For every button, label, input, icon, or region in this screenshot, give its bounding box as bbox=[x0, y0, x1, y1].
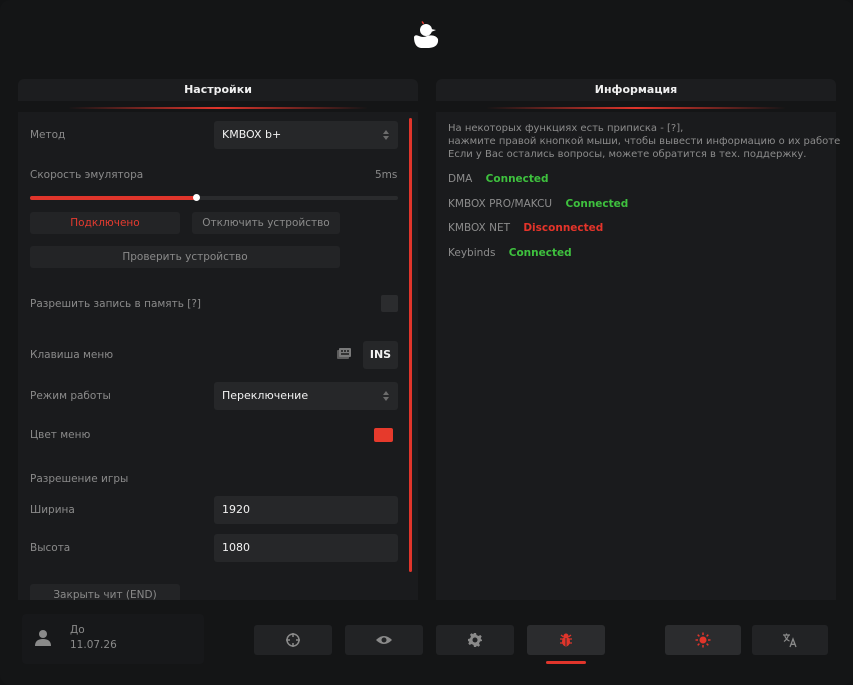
tab-aim[interactable] bbox=[254, 625, 332, 655]
status-name: DMA bbox=[448, 173, 473, 185]
height-label: Высота bbox=[30, 542, 71, 554]
gear-icon bbox=[468, 633, 482, 647]
settings-scrollbar[interactable] bbox=[409, 118, 412, 572]
tab-visuals[interactable] bbox=[345, 625, 423, 655]
mode-select-value: Переключение bbox=[222, 389, 309, 402]
emulator-speed-value: 5ms bbox=[375, 169, 398, 181]
slider-thumb[interactable] bbox=[192, 194, 200, 201]
status-name: KMBOX PRO/MAKCU bbox=[448, 198, 553, 210]
emulator-speed-slider[interactable] bbox=[30, 194, 398, 201]
duck-logo-icon bbox=[414, 21, 439, 48]
status-name: Keybinds bbox=[448, 247, 496, 259]
allow-memory-write-label: Разрешить запись в память [?] bbox=[30, 298, 202, 310]
status-row-dma: DMA Connected bbox=[448, 173, 549, 185]
crosshair-icon bbox=[286, 633, 300, 647]
settings-title-accent bbox=[68, 107, 368, 109]
disconnect-device-button[interactable]: Отключить устройство bbox=[192, 212, 340, 234]
info-title-accent bbox=[486, 107, 786, 109]
status-row-kmbox-net: KMBOX NET Disconnected bbox=[448, 222, 603, 234]
translate-icon bbox=[783, 633, 797, 648]
height-input-value: 1080 bbox=[222, 541, 250, 554]
status-value: Disconnected bbox=[523, 222, 604, 234]
width-label: Ширина bbox=[30, 504, 75, 516]
status-value: Connected bbox=[485, 173, 549, 185]
slider-fill bbox=[30, 196, 196, 200]
tab-debug[interactable] bbox=[527, 625, 605, 655]
menu-color-swatch[interactable] bbox=[374, 428, 393, 442]
settings-panel-title: Настройки bbox=[18, 79, 418, 101]
subscription-date: 11.07.26 bbox=[70, 639, 117, 651]
allow-memory-write-checkbox[interactable] bbox=[381, 295, 398, 312]
sun-icon bbox=[695, 632, 711, 648]
method-select-value: KMBOX b+ bbox=[222, 128, 282, 141]
subscription-label: До bbox=[70, 624, 85, 636]
status-value: Connected bbox=[508, 247, 572, 259]
status-row-kmbox-pro: KMBOX PRO/MAKCU Connected bbox=[448, 198, 628, 210]
width-input[interactable]: 1920 bbox=[214, 496, 398, 524]
info-panel: На некоторых функциях есть приписка - [?… bbox=[436, 112, 840, 600]
game-resolution-title: Разрешение игры bbox=[30, 473, 129, 485]
user-avatar-icon bbox=[35, 630, 51, 646]
check-device-button[interactable]: Проверить устройство bbox=[30, 246, 340, 268]
emulator-speed-label: Скорость эмулятора bbox=[30, 169, 144, 181]
eye-icon bbox=[376, 636, 392, 644]
status-value: Connected bbox=[565, 198, 629, 210]
menu-key-label: Клавиша меню bbox=[30, 349, 114, 361]
info-line: Если у Вас остались вопросы, можете обра… bbox=[448, 149, 807, 160]
width-input-value: 1920 bbox=[222, 503, 250, 516]
select-arrows-icon bbox=[383, 391, 389, 401]
method-label: Метод bbox=[30, 129, 66, 141]
menu-key-button[interactable]: INS bbox=[363, 341, 398, 369]
connected-button[interactable]: Подключено bbox=[30, 212, 180, 234]
mode-select[interactable]: Переключение bbox=[214, 382, 398, 410]
info-line: На некоторых функциях есть приписка - [?… bbox=[448, 123, 684, 134]
tab-settings[interactable] bbox=[436, 625, 514, 655]
menu-key-value: INS bbox=[369, 348, 392, 361]
close-cheat-button[interactable]: Закрыть чит (END) bbox=[30, 584, 180, 600]
user-info: До 11.07.26 bbox=[22, 614, 204, 664]
theme-toggle-button[interactable] bbox=[665, 625, 741, 655]
mode-label: Режим работы bbox=[30, 390, 111, 402]
select-arrows-icon bbox=[383, 130, 389, 140]
info-description: На некоторых функциях есть приписка - [?… bbox=[448, 122, 840, 161]
app-window: Настройки Метод KMBOX b+ Скорость эмулят… bbox=[0, 0, 853, 685]
keyboard-icon[interactable] bbox=[336, 347, 352, 361]
status-row-keybinds: Keybinds Connected bbox=[448, 247, 572, 259]
menu-color-label: Цвет меню bbox=[30, 429, 91, 441]
info-panel-title: Информация bbox=[436, 79, 836, 101]
info-line: нажмите правой кнопкой мыши, чтобы вывес… bbox=[448, 136, 840, 147]
bug-icon bbox=[560, 633, 572, 647]
language-button[interactable] bbox=[752, 625, 828, 655]
status-name: KMBOX NET bbox=[448, 222, 510, 234]
settings-panel: Метод KMBOX b+ Скорость эмулятора 5ms По… bbox=[18, 112, 418, 600]
height-input[interactable]: 1080 bbox=[214, 534, 398, 562]
method-select[interactable]: KMBOX b+ bbox=[214, 121, 398, 149]
active-tab-indicator bbox=[546, 661, 586, 664]
